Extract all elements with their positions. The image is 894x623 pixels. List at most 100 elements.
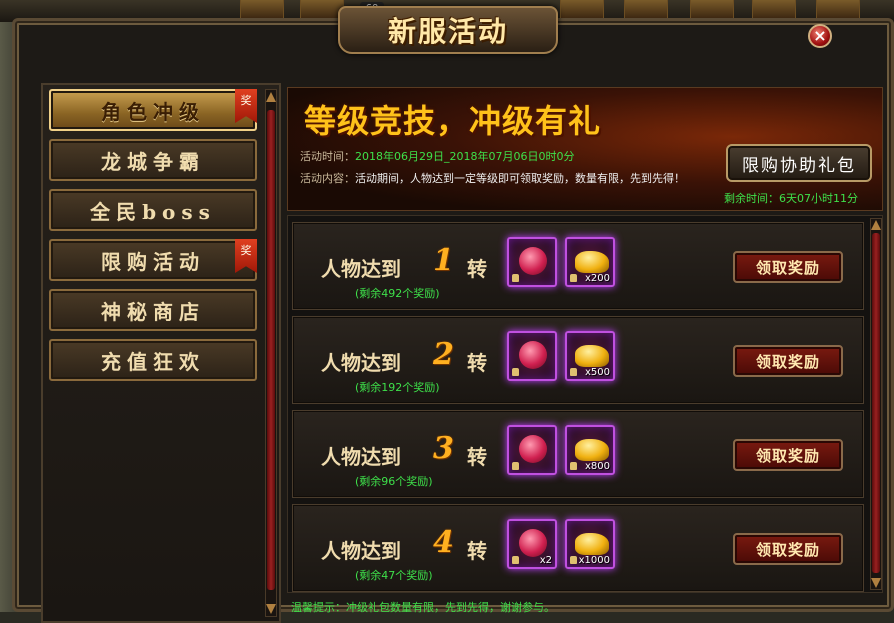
hud-icon[interactable] — [752, 0, 796, 20]
gem-icon — [519, 435, 547, 463]
gem-icon — [519, 341, 547, 369]
claim-reward-button[interactable]: 领取奖励 — [733, 439, 843, 471]
claim-button-label: 领取奖励 — [755, 540, 820, 559]
lock-icon — [512, 462, 519, 470]
row-remaining-count: (剩余492个奖励) — [355, 287, 440, 300]
sidebar-item-mystery-shop[interactable]: 神秘商店 — [49, 289, 257, 331]
lock-icon — [570, 556, 577, 564]
close-icon[interactable]: × — [808, 24, 832, 48]
scrollbar-thumb[interactable] — [267, 110, 275, 590]
scrollbar-thumb[interactable] — [872, 233, 880, 573]
remaining-time: 剩余时间：6天07小时11分 — [724, 192, 858, 205]
item-quantity: x200 — [584, 273, 610, 284]
hud-icon[interactable] — [560, 0, 604, 20]
sidebar-item-dragon-city[interactable]: 龙城争霸 — [49, 139, 257, 181]
sidebar-item-label: 充值狂欢 — [101, 349, 205, 374]
lock-icon — [570, 462, 577, 470]
gold-ingot-icon — [575, 345, 609, 367]
hud-icon[interactable] — [624, 0, 668, 20]
sidebar-menu: 角色冲级 奖 龙城争霸 全民boss 限购活动 奖 神秘商店 充值狂欢 — [41, 83, 281, 623]
reward-row: 人物达到 3 转 (剩余96个奖励) x800 领取奖励 — [292, 410, 864, 498]
reward-list: 人物达到 1 转 (剩余492个奖励) x200 领取奖励 人物达到 2 转 (… — [287, 215, 883, 593]
gift-button-label: 限购协助礼包 — [742, 155, 856, 176]
scroll-down-icon[interactable] — [266, 604, 276, 614]
lock-icon — [570, 274, 577, 282]
row-prefix: 人物达到 — [321, 257, 401, 281]
hud-icon[interactable] — [816, 0, 860, 20]
claim-reward-button[interactable]: 领取奖励 — [733, 533, 843, 565]
sidebar-item-label: 龙城争霸 — [101, 149, 205, 174]
event-content-label: 活动内容： — [300, 172, 355, 185]
row-remaining-count: (剩余47个奖励) — [355, 569, 433, 582]
sidebar-item-world-boss[interactable]: 全民boss — [49, 189, 257, 231]
sidebar-item-recharge-carnival[interactable]: 充值狂欢 — [49, 339, 257, 381]
sidebar-item-label: 限购活动 — [101, 249, 205, 274]
row-remaining-count: (剩余96个奖励) — [355, 475, 433, 488]
sidebar-item-label: 全民boss — [90, 199, 216, 224]
item-quantity: x500 — [584, 367, 610, 378]
footer-tip: 温馨提示：冲级礼包数量有限，先到先得，谢谢参与。 — [291, 601, 555, 614]
reward-badge-icon: 奖 — [235, 89, 257, 123]
lock-icon — [512, 368, 519, 376]
reward-item-gem[interactable]: x2 — [507, 519, 557, 569]
lock-icon — [570, 368, 577, 376]
row-level: 2 — [433, 337, 454, 372]
row-prefix: 人物达到 — [321, 351, 401, 375]
claim-button-label: 领取奖励 — [755, 258, 820, 277]
row-remaining-count: (剩余192个奖励) — [355, 381, 440, 394]
reward-row: 人物达到 2 转 (剩余192个奖励) x500 领取奖励 — [292, 316, 864, 404]
sidebar-item-level-rush[interactable]: 角色冲级 奖 — [49, 89, 257, 131]
window-title: 新服活动 — [387, 15, 508, 48]
window-title-plate: 新服活动 — [338, 6, 558, 54]
item-quantity: x2 — [539, 555, 552, 566]
scroll-down-icon[interactable] — [871, 578, 881, 588]
row-suffix: 转 — [467, 539, 487, 563]
scroll-up-icon[interactable] — [266, 92, 276, 102]
reward-item-gem[interactable] — [507, 331, 557, 381]
event-banner: 等级竞技，冲级有礼 活动时间：2018年06月29日_2018年07月06日0时… — [287, 87, 883, 211]
hud-icon[interactable] — [240, 0, 284, 20]
reward-item-gold[interactable]: x200 — [565, 237, 615, 287]
reward-item-gem[interactable] — [507, 425, 557, 475]
claim-reward-button[interactable]: 领取奖励 — [733, 251, 843, 283]
gem-icon — [519, 529, 547, 557]
sidebar-scrollbar[interactable] — [265, 89, 277, 617]
sidebar-item-label: 神秘商店 — [101, 299, 205, 324]
reward-item-gold[interactable]: x500 — [565, 331, 615, 381]
sidebar-item-label: 角色冲级 — [101, 99, 205, 124]
reward-row: 人物达到 4 转 (剩余47个奖励) x2 x1000 领取奖励 — [292, 504, 864, 592]
row-level: 3 — [433, 431, 454, 466]
event-time-line: 活动时间：2018年06月29日_2018年07月06日0时0分 — [300, 148, 574, 164]
item-quantity: x800 — [584, 461, 610, 472]
claim-button-label: 领取奖励 — [755, 446, 820, 465]
scroll-up-icon[interactable] — [871, 220, 881, 230]
lock-icon — [512, 274, 519, 282]
row-prefix: 人物达到 — [321, 445, 401, 469]
claim-reward-button[interactable]: 领取奖励 — [733, 345, 843, 377]
reward-item-gold[interactable]: x800 — [565, 425, 615, 475]
event-time-value: 2018年06月29日_2018年07月06日0时0分 — [355, 150, 575, 163]
claim-button-label: 领取奖励 — [755, 352, 820, 371]
gold-ingot-icon — [575, 251, 609, 273]
item-quantity: x1000 — [578, 555, 610, 566]
new-server-event-window: 角色冲级 奖 龙城争霸 全民boss 限购活动 奖 神秘商店 充值狂欢 等级竞技… — [12, 18, 894, 623]
event-time-label: 活动时间： — [300, 150, 355, 163]
gold-ingot-icon — [575, 439, 609, 461]
banner-title: 等级竞技，冲级有礼 — [304, 102, 602, 140]
reward-list-scrollbar[interactable] — [870, 218, 882, 590]
limited-assist-gift-button[interactable]: 限购协助礼包 — [726, 144, 872, 182]
reward-item-gem[interactable] — [507, 237, 557, 287]
hud-icon[interactable] — [690, 0, 734, 20]
row-prefix: 人物达到 — [321, 539, 401, 563]
reward-badge-icon: 奖 — [235, 239, 257, 273]
gold-ingot-icon — [575, 533, 609, 555]
row-suffix: 转 — [467, 445, 487, 469]
event-content-line: 活动内容：活动期间，人物达到一定等级即可领取奖励，数量有限，先到先得！ — [300, 170, 685, 186]
reward-item-gold[interactable]: x1000 — [565, 519, 615, 569]
gem-icon — [519, 247, 547, 275]
row-suffix: 转 — [467, 351, 487, 375]
lock-icon — [512, 556, 519, 564]
row-level: 4 — [433, 525, 454, 560]
sidebar-item-limited-purchase[interactable]: 限购活动 奖 — [49, 239, 257, 281]
row-level: 1 — [433, 243, 454, 278]
